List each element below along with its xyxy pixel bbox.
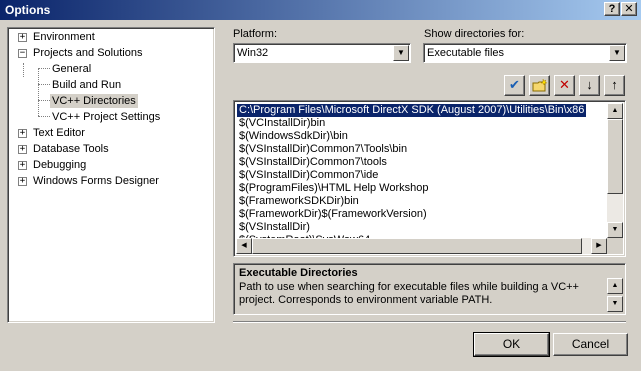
platform-dropdown[interactable]: Win32 ▼ bbox=[233, 43, 411, 63]
tree-item-text-editor[interactable]: + Text Editor bbox=[8, 126, 208, 140]
list-item[interactable]: C:\Program Files\Microsoft DirectX SDK (… bbox=[237, 104, 587, 117]
list-item[interactable]: $(VSInstallDir)Common7\tools bbox=[237, 156, 389, 169]
platform-label: Platform: bbox=[233, 28, 278, 40]
expand-icon[interactable]: + bbox=[18, 161, 27, 170]
vertical-scrollbar[interactable]: ▲ ▼ bbox=[607, 103, 623, 238]
tree-item-database-tools[interactable]: + Database Tools bbox=[8, 142, 208, 156]
collapse-icon[interactable]: − bbox=[18, 49, 27, 58]
tree-item-label: Database Tools bbox=[33, 143, 109, 155]
new-line-button[interactable]: ✔ bbox=[504, 75, 525, 96]
directory-list[interactable]: C:\Program Files\Microsoft DirectX SDK (… bbox=[233, 100, 626, 257]
cancel-button[interactable]: Cancel bbox=[553, 333, 628, 356]
expand-icon[interactable]: + bbox=[18, 177, 27, 186]
delete-icon: ✕ bbox=[559, 77, 570, 92]
tree-item-environment[interactable]: + Environment bbox=[8, 30, 208, 44]
new-folder-icon bbox=[532, 78, 547, 92]
show-directories-value: Executable files bbox=[427, 47, 505, 59]
tree-item-windows-forms-designer[interactable]: + Windows Forms Designer bbox=[8, 174, 208, 188]
description-scrollbar[interactable]: ▲ ▼ bbox=[607, 278, 623, 312]
expand-icon[interactable]: + bbox=[18, 129, 27, 138]
window-title: Options bbox=[5, 3, 51, 17]
separator bbox=[233, 321, 626, 323]
scroll-right-icon[interactable]: ▶ bbox=[591, 238, 607, 254]
expand-icon[interactable]: + bbox=[18, 33, 27, 42]
ok-button[interactable]: OK bbox=[473, 332, 550, 357]
scroll-thumb[interactable] bbox=[607, 119, 623, 194]
move-down-button[interactable]: ↓ bbox=[579, 75, 600, 96]
scroll-up-icon[interactable]: ▲ bbox=[607, 103, 623, 119]
chevron-down-icon[interactable]: ▼ bbox=[393, 45, 409, 61]
expand-icon[interactable]: + bbox=[18, 145, 27, 154]
tree-item-label: VC++ Project Settings bbox=[52, 111, 161, 123]
tree-item-label: Debugging bbox=[33, 159, 87, 171]
scroll-up-icon[interactable]: ▲ bbox=[607, 278, 623, 294]
tree-item-debugging[interactable]: + Debugging bbox=[8, 158, 208, 172]
arrow-down-icon: ↓ bbox=[586, 77, 593, 92]
tree-item-label: Windows Forms Designer bbox=[33, 175, 159, 187]
scroll-thumb[interactable] bbox=[252, 238, 582, 254]
list-item[interactable]: $(FrameworkSDKDir)bin bbox=[237, 195, 361, 208]
list-item[interactable]: $(VSInstallDir)Common7\Tools\bin bbox=[237, 143, 409, 156]
tree-item-general[interactable]: General bbox=[8, 62, 208, 76]
platform-value: Win32 bbox=[237, 47, 269, 59]
delete-line-button[interactable]: ✕ bbox=[554, 75, 575, 96]
options-tree[interactable]: + Environment − Projects and Solutions G… bbox=[7, 27, 215, 323]
move-up-button[interactable]: ↑ bbox=[604, 75, 625, 96]
tree-item-label: Projects and Solutions bbox=[33, 47, 143, 59]
list-item[interactable]: $(VSInstallDir) bbox=[237, 221, 312, 234]
list-item[interactable]: $(ProgramFiles)\HTML Help Workshop bbox=[237, 182, 431, 195]
tree-item-label: Text Editor bbox=[33, 127, 85, 139]
scroll-down-icon[interactable]: ▼ bbox=[607, 296, 623, 312]
title-bar: Options ? ✕ bbox=[0, 0, 641, 20]
scrollbar-corner bbox=[607, 238, 623, 254]
tree-item-build-and-run[interactable]: Build and Run bbox=[8, 78, 208, 92]
list-item[interactable]: $(VCInstallDir)bin bbox=[237, 117, 327, 130]
scroll-left-icon[interactable]: ◀ bbox=[236, 238, 252, 254]
show-directories-dropdown[interactable]: Executable files ▼ bbox=[423, 43, 627, 63]
list-item[interactable]: $(WindowsSdkDir)\bin bbox=[237, 130, 350, 143]
show-directories-label: Show directories for: bbox=[424, 28, 525, 40]
horizontal-scrollbar[interactable]: ◀ ▶ bbox=[236, 238, 607, 254]
tree-item-projects-and-solutions[interactable]: − Projects and Solutions bbox=[8, 46, 208, 60]
browse-folder-button[interactable] bbox=[529, 75, 550, 96]
tree-item-label: Build and Run bbox=[52, 79, 122, 91]
chevron-down-icon[interactable]: ▼ bbox=[609, 45, 625, 61]
checkmark-icon: ✔ bbox=[509, 77, 520, 92]
tree-item-vc-directories[interactable]: VC++ Directories bbox=[8, 94, 208, 108]
scroll-down-icon[interactable]: ▼ bbox=[607, 222, 623, 238]
tree-item-label: General bbox=[52, 63, 92, 75]
description-title: Executable Directories bbox=[239, 267, 358, 279]
list-item[interactable]: $(FrameworkDir)$(FrameworkVersion) bbox=[237, 208, 429, 221]
tree-item-label: VC++ Directories bbox=[50, 94, 138, 108]
tree-item-vc-project-settings[interactable]: VC++ Project Settings bbox=[8, 110, 208, 124]
description-panel: Executable Directories Path to use when … bbox=[233, 263, 626, 315]
tree-item-label: Environment bbox=[33, 31, 95, 43]
help-button[interactable]: ? bbox=[604, 2, 620, 16]
list-item[interactable]: $(VSInstallDir)Common7\ide bbox=[237, 169, 380, 182]
description-text: Path to use when searching for executabl… bbox=[239, 281, 579, 306]
arrow-up-icon: ↑ bbox=[611, 77, 618, 92]
close-button[interactable]: ✕ bbox=[621, 2, 637, 16]
